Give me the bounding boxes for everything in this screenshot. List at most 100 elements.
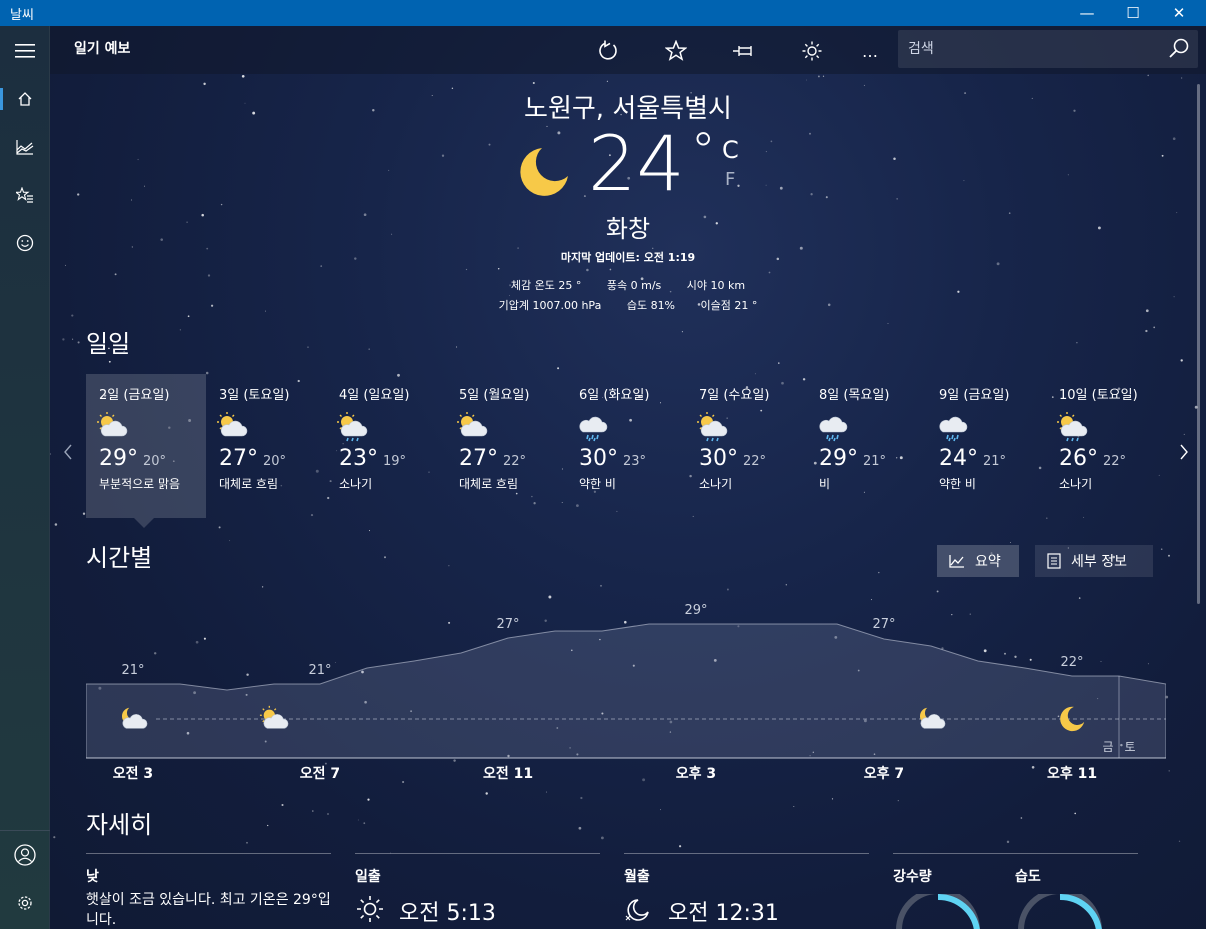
more-button[interactable]: … xyxy=(854,35,886,67)
day-title: 낮 xyxy=(86,869,99,885)
search-input[interactable] xyxy=(908,38,1148,60)
day-date: 10일 (토요일) xyxy=(1059,388,1138,403)
moon-icon xyxy=(520,148,568,196)
gear-icon xyxy=(18,896,32,910)
day-condition: 소나기 xyxy=(339,477,373,491)
day-low-temp: 21° xyxy=(863,454,887,469)
unit-celsius-button[interactable]: C xyxy=(722,136,739,164)
maximize-button[interactable]: ☐ xyxy=(1110,0,1156,26)
close-button[interactable]: ✕ xyxy=(1156,0,1202,26)
day-icon-wrap xyxy=(936,410,968,446)
chart-icon xyxy=(16,140,34,155)
day-card[interactable]: 9일 (금요일) 24° 21° 약한 비 xyxy=(926,374,1046,518)
day-condition: 대체로 흐림 xyxy=(219,477,279,491)
day-date: 4일 (일요일) xyxy=(339,388,410,403)
hourly-temp-label: 22° xyxy=(1060,655,1083,670)
day-date: 5일 (월요일) xyxy=(459,388,530,403)
search-button[interactable] xyxy=(1168,37,1190,63)
hourly-chart: 21° 21° 27° 29° 27° 22° 금 토 xyxy=(86,603,1166,759)
hourly-temp-label: 27° xyxy=(496,617,519,632)
day-card[interactable]: 5일 (월요일) 27° 22° 대체로 흐림 xyxy=(446,374,566,518)
sun-rain-icon xyxy=(697,412,728,442)
command-bar: 일기 예보 … xyxy=(50,26,1206,74)
daily-prev-button[interactable] xyxy=(58,442,78,462)
summary-button[interactable]: 요약 xyxy=(937,545,1019,577)
smile-icon xyxy=(16,234,34,252)
day-low-temp: 22° xyxy=(503,454,527,469)
details-button[interactable]: 세부 정보 xyxy=(1035,545,1153,577)
nav-settings[interactable] xyxy=(0,880,50,926)
day-low-temp: 22° xyxy=(743,454,767,469)
nav-account[interactable] xyxy=(0,832,50,878)
details-row-2: 기압계 1007.00 hPa 습도 81% 이슬점 21 ° xyxy=(50,297,1206,313)
day-icon-wrap xyxy=(696,410,728,446)
day-low-temp: 23° xyxy=(623,454,647,469)
day-condition: 비 xyxy=(819,477,831,491)
sun-icon xyxy=(802,41,822,61)
day-low-temp: 20° xyxy=(263,454,287,469)
day-card[interactable]: 6일 (화요일) 30° 23° 약한 비 xyxy=(566,374,686,518)
hourly-time-label: 오후 3 xyxy=(675,766,717,782)
dew-point: 이슬점 21 ° xyxy=(700,299,758,312)
hourly-time-label: 오전 7 xyxy=(299,766,341,782)
day-card[interactable]: 7일 (수요일) 30° 22° 소나기 xyxy=(686,374,806,518)
hamburger-button[interactable] xyxy=(0,28,50,74)
hourly-temp-label: 21° xyxy=(308,663,331,678)
hourly-temp-label: 29° xyxy=(684,603,707,618)
nav-feedback[interactable] xyxy=(0,220,50,266)
pin-button[interactable] xyxy=(728,35,760,67)
maximize-icon: ☐ xyxy=(1126,4,1140,22)
precip-humidity-card: 강수량 습도 xyxy=(893,853,1138,929)
nav-maps[interactable] xyxy=(0,124,50,170)
temperature-area xyxy=(86,623,1166,759)
hourly-temp-label: 27° xyxy=(872,617,895,632)
day-high-temp: 30° xyxy=(579,446,618,471)
day-card[interactable]: 4일 (일요일) 23° 19° 소나기 xyxy=(326,374,446,518)
day-high-temp: 23° xyxy=(339,446,378,471)
day-date: 3일 (토요일) xyxy=(219,388,290,403)
day-date: 2일 (금요일) xyxy=(99,388,170,403)
day-high-temp: 27° xyxy=(219,446,258,471)
search-box[interactable] xyxy=(898,30,1198,68)
moonrise-value: 오전 12:31 xyxy=(668,901,779,926)
day-condition: 약한 비 xyxy=(939,477,976,491)
day-boundary-label: 금 xyxy=(1102,740,1113,754)
favorite-button[interactable] xyxy=(660,35,692,67)
close-icon: ✕ xyxy=(1172,4,1186,22)
unit-fahrenheit-button[interactable]: F xyxy=(725,169,735,190)
day-card[interactable]: 2일 (금요일) 29° 20° 부분적으로 맑음 xyxy=(86,374,206,528)
refresh-button[interactable] xyxy=(592,35,624,67)
daily-heading: 일일 xyxy=(86,330,131,358)
app-title: 날씨 xyxy=(10,8,34,23)
star-list-icon xyxy=(16,187,33,203)
user-icon xyxy=(14,844,36,866)
rain-icon xyxy=(939,416,968,442)
day-boundary-label: 토 xyxy=(1124,740,1135,754)
day-icon-wrap xyxy=(576,410,608,446)
nav-home[interactable] xyxy=(0,76,50,122)
day-text: 햇살이 조금 있습니다. 최고 기온은 29°입니다. xyxy=(86,892,331,928)
details-label: 세부 정보 xyxy=(1071,554,1127,570)
day-card[interactable]: 10일 (토요일) 26° 22° 소나기 xyxy=(1046,374,1166,518)
day-low-temp: 22° xyxy=(1103,454,1127,469)
sunrise-card: 일출 오전 5:13 xyxy=(355,853,600,926)
day-card[interactable]: 8일 (목요일) 29° 21° 비 xyxy=(806,374,926,518)
rain-icon xyxy=(579,416,608,442)
theme-button[interactable] xyxy=(796,35,828,67)
daily-next-button[interactable] xyxy=(1174,442,1194,462)
barometer: 기압계 1007.00 hPa xyxy=(498,299,602,312)
day-low-temp: 21° xyxy=(983,454,1007,469)
current-condition: 화창 xyxy=(605,215,651,243)
hamburger-icon xyxy=(15,44,35,58)
nav-favorites[interactable] xyxy=(0,172,50,218)
day-icon-wrap xyxy=(216,410,248,446)
day-date: 6일 (화요일) xyxy=(579,388,650,403)
current-temperature: 24 ° xyxy=(588,119,716,208)
refresh-icon xyxy=(599,40,617,60)
scrollbar[interactable] xyxy=(1197,84,1200,604)
partly-sunny-icon xyxy=(457,412,488,437)
day-date: 8일 (목요일) xyxy=(819,388,890,403)
day-card[interactable]: 3일 (토요일) 27° 20° 대체로 흐림 xyxy=(206,374,326,518)
last-updated: 마지막 업데이트: 오전 1:19 xyxy=(560,251,696,264)
minimize-button[interactable]: — xyxy=(1064,0,1110,26)
